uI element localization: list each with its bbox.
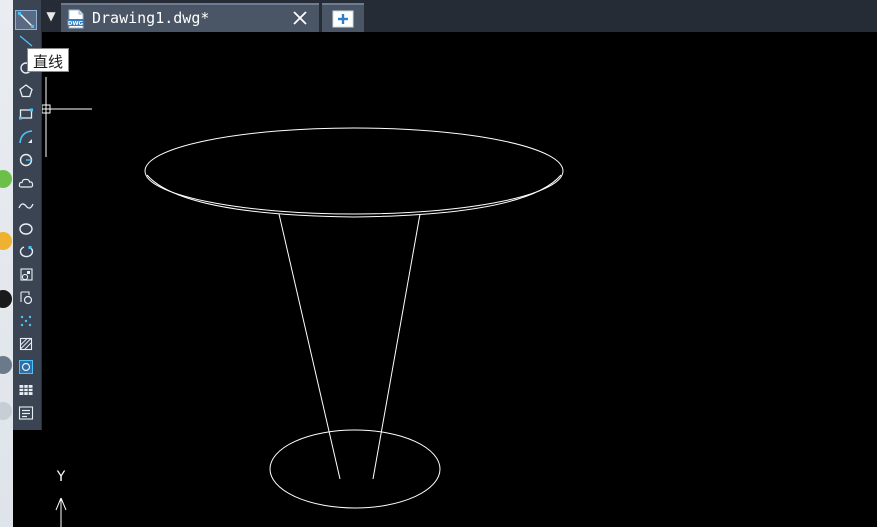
multiline-text-tool[interactable] <box>15 403 37 423</box>
table-top-edge <box>146 174 562 218</box>
table-tool[interactable] <box>15 380 37 400</box>
point-tool[interactable] <box>15 311 37 331</box>
new-drawing-tab-button[interactable] <box>322 3 364 32</box>
polygon-icon <box>19 84 33 98</box>
ellipse-arc-tool[interactable] <box>15 242 37 262</box>
revision-cloud-tool[interactable] <box>15 173 37 193</box>
hatch-tool[interactable] <box>15 334 37 354</box>
desktop-icon-fragment <box>0 290 12 308</box>
svg-text:DWG: DWG <box>68 21 84 27</box>
rectangle-tool[interactable] <box>15 104 37 124</box>
spline-tool[interactable] <box>15 196 37 216</box>
crosshair-cursor <box>2 77 92 157</box>
line-icon <box>18 12 34 28</box>
mtext-icon <box>18 406 34 420</box>
tool-tooltip: 直线 <box>27 48 70 72</box>
table-icon <box>19 385 33 395</box>
ellipse-tool[interactable] <box>15 219 37 239</box>
leg-line-right <box>372 213 421 480</box>
polygon-tool[interactable] <box>15 81 37 101</box>
desktop-background-strip <box>0 0 13 527</box>
leg-line-left <box>278 213 341 480</box>
ucs-icon: Y <box>55 469 67 527</box>
circle-icon <box>19 153 33 167</box>
ucs-y-label: Y <box>56 469 66 485</box>
close-tab-button[interactable] <box>291 9 309 27</box>
spline-icon <box>18 203 34 209</box>
region-tool[interactable] <box>15 357 37 377</box>
ellipse-icon <box>19 223 33 235</box>
circle-tool[interactable] <box>15 150 37 170</box>
construction-line-icon <box>19 35 33 47</box>
tab-title: Drawing1.dwg* <box>92 9 210 27</box>
close-icon <box>293 11 307 25</box>
table-base-ellipse <box>269 429 441 509</box>
dwg-file-icon: DWG <box>66 9 86 33</box>
make-block-icon <box>20 291 33 305</box>
desktop-icon-fragment <box>0 402 12 420</box>
make-block-tool[interactable] <box>15 288 37 308</box>
insert-block-tool[interactable] <box>15 265 37 285</box>
arc-tool[interactable] <box>15 127 37 147</box>
new-document-icon <box>332 10 354 27</box>
table-top-ellipse <box>144 127 564 215</box>
tab-drawing1[interactable]: DWG Drawing1.dwg* <box>61 3 319 32</box>
drawing-viewport: Y <box>2 77 564 527</box>
region-icon <box>19 360 33 374</box>
cad-application: ▼ DWG Drawing1.dwg* Y 直线 <box>0 0 877 527</box>
document-tab-bar: ▼ DWG Drawing1.dwg* <box>41 0 877 32</box>
construction-line-tool[interactable] <box>15 33 37 49</box>
desktop-icon-fragment <box>0 170 12 188</box>
cloud-icon <box>18 178 34 188</box>
insert-block-icon <box>20 268 33 281</box>
tab-list-dropdown-button[interactable]: ▼ <box>44 8 58 24</box>
line-tool[interactable] <box>15 10 37 30</box>
hatch-icon <box>19 337 33 351</box>
arc-icon <box>19 130 33 144</box>
desktop-icon-fragment <box>0 356 12 374</box>
drawing-canvas[interactable]: Y <box>2 32 877 527</box>
ellipse-arc-icon <box>19 246 34 258</box>
point-icon <box>20 315 32 327</box>
rectangle-icon <box>19 108 33 120</box>
desktop-icon-fragment <box>0 232 12 250</box>
